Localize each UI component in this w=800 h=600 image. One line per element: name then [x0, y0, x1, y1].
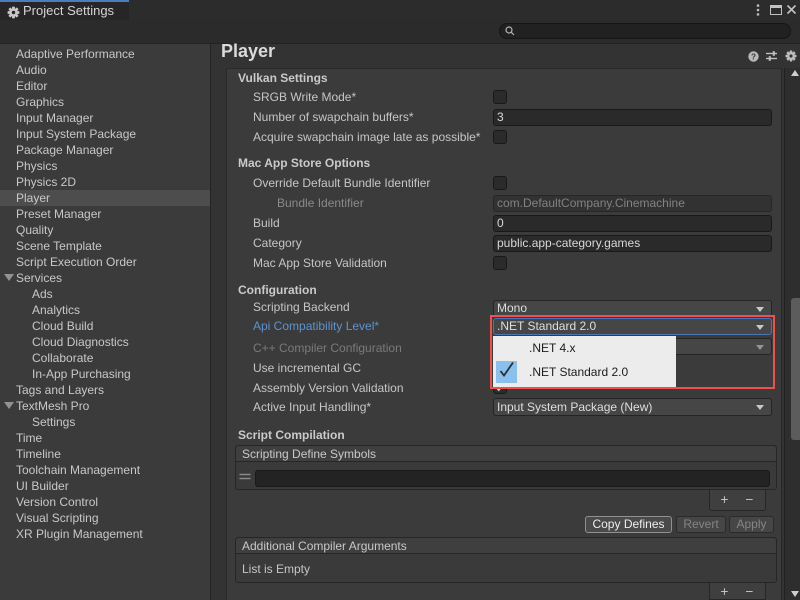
svg-text:?: ? [751, 52, 756, 61]
